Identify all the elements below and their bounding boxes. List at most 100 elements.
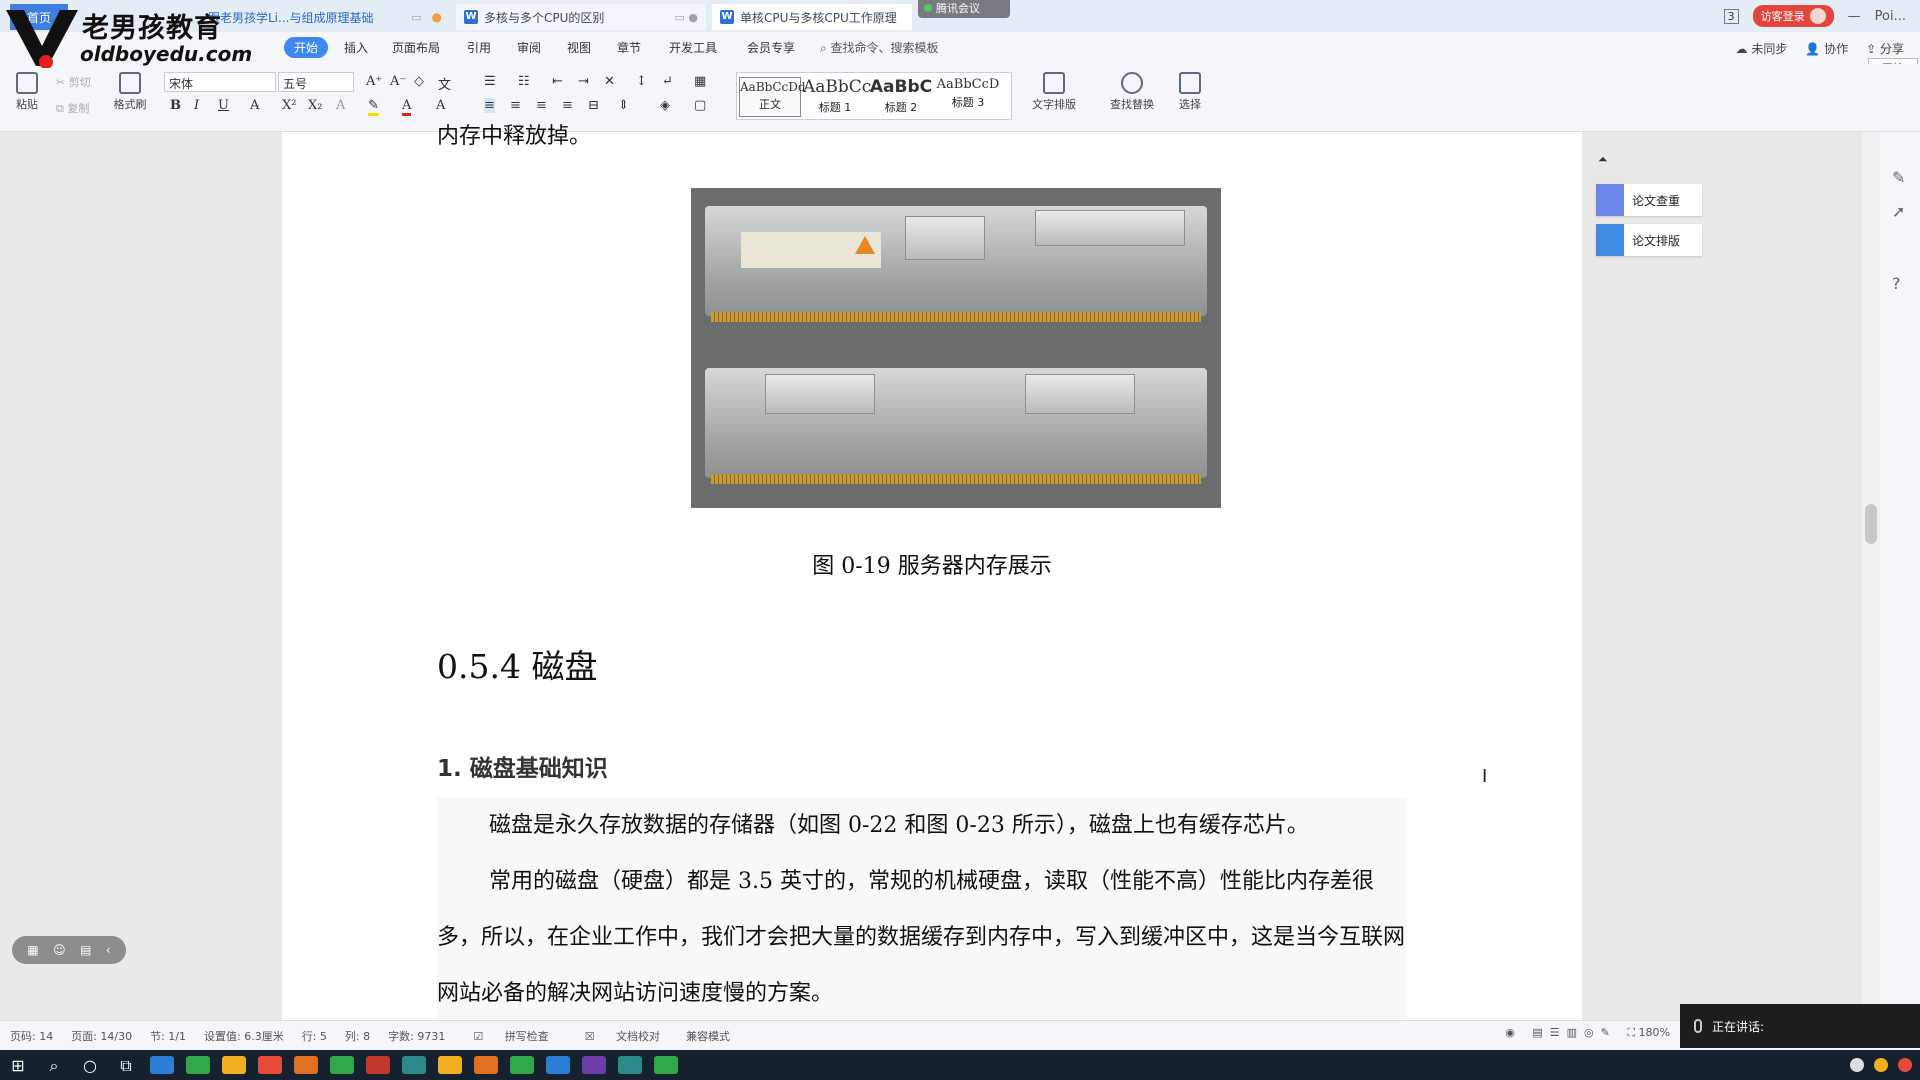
app-icon[interactable] [150, 1056, 174, 1074]
underline-icon[interactable]: U [218, 98, 229, 113]
bullet-list-icon[interactable]: ☰ [484, 74, 496, 89]
app-icon[interactable] [618, 1056, 642, 1074]
align-left-icon[interactable]: ≡ [484, 98, 495, 113]
wps-icon[interactable] [546, 1056, 570, 1074]
qq-icon[interactable] [366, 1056, 390, 1074]
meeting-badge[interactable]: 腾讯会议 [918, 0, 1010, 18]
menu-start[interactable]: 开始 [284, 37, 329, 58]
menu-review[interactable]: 审阅 [517, 39, 541, 56]
shading-icon[interactable]: ◈ [660, 98, 670, 113]
menu-view[interactable]: 视图 [567, 39, 591, 56]
page-count-badge[interactable]: 3 [1723, 8, 1739, 24]
align-center-icon[interactable]: ≡ [510, 98, 521, 113]
app-icon[interactable] [654, 1056, 678, 1074]
emoji-icon[interactable]: ☺ [53, 943, 66, 957]
highlight-icon[interactable]: ✎ [368, 98, 379, 116]
show-marks-icon[interactable]: ↵ [662, 74, 673, 89]
subscript-icon[interactable]: X₂ [308, 98, 322, 113]
line-spacing-icon[interactable]: ⇕ [618, 98, 629, 113]
style-heading3[interactable]: AaBbCcD 标题 3 [935, 77, 1001, 110]
distributed-icon[interactable]: ⊟ [588, 98, 599, 113]
increase-indent-icon[interactable]: ⇥ [578, 74, 589, 89]
comment-icon[interactable]: ▤ [80, 943, 91, 957]
italic-icon[interactable]: I [194, 98, 199, 113]
pen-icon[interactable]: ✎ [1892, 168, 1905, 187]
folder-icon[interactable] [438, 1056, 462, 1074]
fit-icon[interactable]: ⛶ [1627, 1026, 1635, 1039]
pointer-icon[interactable]: ➚ [1892, 202, 1905, 221]
server-memory-image[interactable] [691, 188, 1221, 508]
app-icon[interactable] [402, 1056, 426, 1074]
app-icon[interactable] [582, 1056, 606, 1074]
superscript-icon[interactable]: X² [282, 98, 296, 113]
tab-singlecore-doc[interactable]: W 单核CPU与多核CPU工作原理 [712, 4, 912, 30]
cortana-icon[interactable]: ○ [78, 1056, 102, 1075]
justify-icon[interactable]: ≡ [562, 98, 573, 113]
app-icon[interactable] [474, 1056, 498, 1074]
web-view-icon[interactable]: ◎ [1584, 1026, 1594, 1039]
monitor-icon[interactable]: ▭ ● [675, 11, 699, 24]
monitor-icon[interactable]: ▭ [411, 11, 421, 24]
visitor-login-button[interactable]: 访客登录 [1752, 5, 1834, 27]
read-view-icon[interactable]: ▥ [1567, 1026, 1577, 1039]
numbered-list-icon[interactable]: ☷ [518, 74, 530, 89]
clear-format-icon[interactable]: ◇ [414, 74, 424, 89]
wechat-icon[interactable] [330, 1056, 354, 1074]
collab-button[interactable]: 👤 协作 [1805, 40, 1848, 57]
command-search[interactable]: ⌕ 查找命令、搜索模板 [820, 39, 939, 56]
write-view-icon[interactable]: ✎ [1601, 1026, 1610, 1039]
bold-icon[interactable]: B [170, 98, 181, 113]
windows-start-icon[interactable]: ⊞ [6, 1056, 30, 1075]
format-painter-button[interactable]: 格式刷 [110, 72, 150, 112]
status-word-count[interactable]: 字数: 9731 [388, 1028, 445, 1044]
font-size-select[interactable]: 五号 [278, 72, 354, 92]
paper-layout-button[interactable]: 论文排版 [1596, 224, 1702, 256]
menu-member[interactable]: 会员专享 [747, 39, 795, 56]
char-border-icon[interactable]: A [436, 98, 445, 113]
outline-view-icon[interactable]: ☰ [1550, 1026, 1560, 1039]
minimize-icon[interactable]: — [1848, 9, 1861, 24]
task-view-icon[interactable]: ⧉ [114, 1056, 138, 1075]
eye-icon[interactable]: ◉ [1505, 1026, 1515, 1039]
cut-button[interactable]: ✂ 剪切 [56, 74, 91, 90]
menu-developer[interactable]: 开发工具 [669, 39, 717, 56]
paper-check-button[interactable]: 论文查重 [1596, 184, 1702, 216]
status-page[interactable]: 页面: 14/30 [71, 1028, 132, 1044]
help-icon[interactable]: ? [1892, 274, 1901, 293]
document-page[interactable]: 内存中释放掉。 图 0-19 服务器内存展示 0.5.4 磁盘 1. 磁盘基础知… [282, 124, 1582, 1022]
chevron-left-icon[interactable]: ‹ [106, 943, 111, 957]
tray-icon[interactable] [1898, 1058, 1912, 1072]
paste-button[interactable]: 粘贴 [12, 72, 42, 112]
page-view-icon[interactable]: ▤ [1532, 1026, 1542, 1039]
shrink-font-icon[interactable]: A⁻ [390, 74, 406, 89]
menu-chapter[interactable]: 章节 [617, 39, 641, 56]
taskbar-search-icon[interactable]: ⌕ [42, 1056, 66, 1075]
tray-icon[interactable] [1874, 1058, 1888, 1072]
app-icon[interactable] [294, 1056, 318, 1074]
spell-check-toggle[interactable]: ☑ 拼写检查 [463, 1028, 556, 1044]
app-icon[interactable] [258, 1056, 282, 1074]
align-right-icon[interactable]: ≡ [536, 98, 547, 113]
strikethrough-icon[interactable]: A̶ [250, 98, 259, 113]
copy-button[interactable]: ⧉ 复制 [56, 100, 89, 116]
font-family-select[interactable]: 宋体 [164, 72, 276, 92]
doc-proof-toggle[interactable]: ☒ 文档校对 [575, 1028, 668, 1044]
style-heading1[interactable]: AaBbCc 标题 1 [803, 77, 871, 115]
text-effect-icon[interactable]: A [336, 98, 345, 113]
phonetic-icon[interactable]: 文 [438, 74, 451, 93]
vertical-scrollbar[interactable] [1862, 132, 1880, 1020]
zoom-level[interactable]: 180% [1639, 1026, 1670, 1039]
decrease-indent-icon[interactable]: ⇤ [552, 74, 563, 89]
menu-page-layout[interactable]: 页面布局 [392, 39, 440, 56]
scroll-thumb[interactable] [1865, 504, 1877, 544]
tab-multicore-doc[interactable]: W 多核与多个CPU的区别 ▭ ● [456, 4, 706, 30]
share-button[interactable]: ⇪ 分享 [1866, 40, 1904, 57]
style-heading2[interactable]: AaBbC 标题 2 [869, 77, 933, 115]
tray-icon[interactable] [1850, 1058, 1864, 1072]
chrome-icon[interactable] [222, 1056, 246, 1074]
menu-references[interactable]: 引用 [467, 39, 491, 56]
sort-icon[interactable]: ↕ [636, 74, 647, 89]
chinese-layout-icon[interactable]: ✕ [604, 74, 615, 89]
style-normal[interactable]: AaBbCcDd 正文 [739, 77, 806, 117]
app-icon[interactable] [186, 1056, 210, 1074]
